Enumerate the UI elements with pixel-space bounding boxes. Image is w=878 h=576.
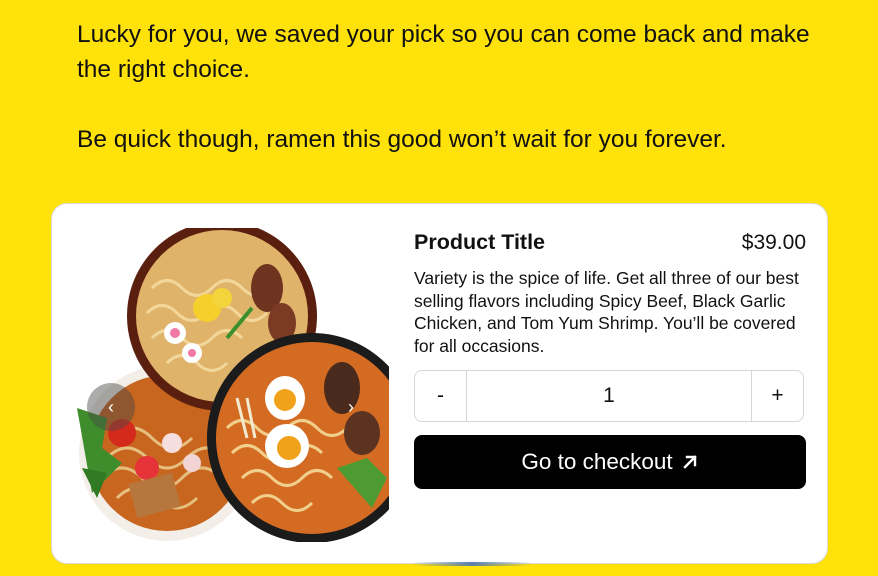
quantity-decrement-button[interactable]: - [415, 371, 466, 421]
product-card: ‹ › Product Title $39.00 Variety is the … [51, 203, 828, 566]
product-description: Variety is the spice of life. Get all th… [414, 268, 799, 356]
checkout-label: Go to checkout [521, 449, 673, 474]
checkout-button[interactable]: Go to checkout [414, 435, 806, 489]
title-row: Product Title $39.00 [414, 230, 806, 255]
product-price: $39.00 [741, 231, 806, 254]
quantity-stepper: - 1 + [414, 370, 804, 422]
quantity-value[interactable]: 1 [466, 371, 752, 421]
product-image-carousel[interactable]: ‹ › [77, 228, 389, 542]
product-title: Product Title [414, 230, 546, 254]
chevron-left-icon: ‹ [108, 396, 114, 417]
intro-line-1: Lucky for you, we saved your pick so you… [77, 21, 810, 83]
product-info: Product Title $39.00 Variety is the spic… [414, 230, 806, 489]
card-accent-line [412, 562, 532, 566]
chevron-right-icon: › [348, 396, 354, 417]
carousel-prev-button[interactable]: ‹ [87, 383, 135, 431]
intro-message: Lucky for you, we saved your pick so you… [77, 17, 837, 157]
carousel-next-button[interactable]: › [327, 383, 375, 431]
intro-line-2: Be quick though, ramen this good won’t w… [77, 126, 727, 153]
arrow-up-right-icon [681, 453, 699, 471]
quantity-increment-button[interactable]: + [752, 371, 803, 421]
